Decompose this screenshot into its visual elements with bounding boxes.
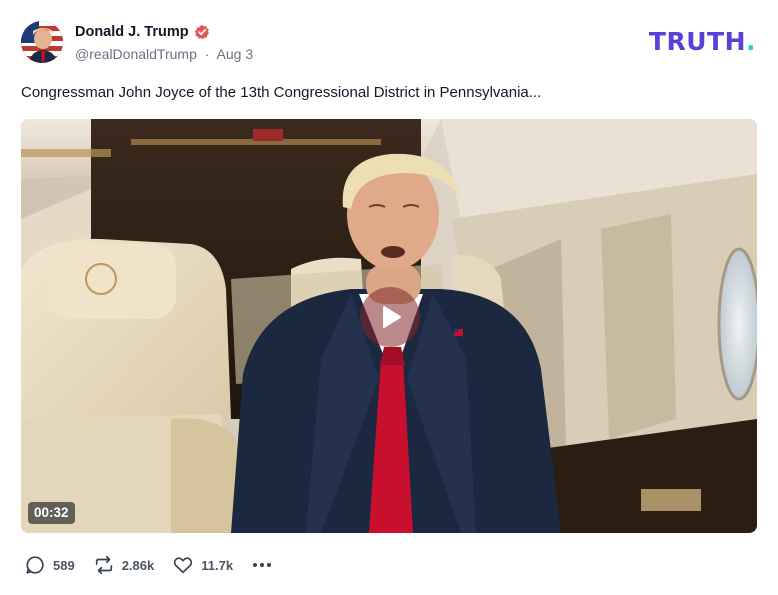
avatar-image — [21, 21, 63, 63]
play-button[interactable] — [360, 287, 420, 347]
author-avatar[interactable] — [21, 21, 63, 63]
heart-icon — [174, 557, 193, 574]
post-text: Congressman John Joyce of the 13th Congr… — [21, 84, 542, 101]
author-handle[interactable]: @realDonaldTrump — [75, 46, 197, 62]
verified-badge-icon — [194, 24, 210, 40]
more-dots-icon — [253, 563, 272, 567]
author-display-name[interactable]: Donald J. Trump — [75, 24, 189, 40]
action-bar: 589 2.86k 11.7k — [24, 554, 273, 576]
like-button[interactable]: 11.7k — [172, 554, 233, 576]
logo-text: TRUTH — [648, 27, 746, 56]
truth-social-logo[interactable]: TRUTH. — [649, 28, 756, 56]
author-info: Donald J. Trump @realDonaldTrump · Aug 3 — [75, 22, 253, 64]
video-duration: 00:32 — [28, 502, 75, 524]
logo-dot: . — [746, 27, 756, 56]
post-date[interactable]: Aug 3 — [217, 46, 254, 62]
video-player[interactable]: 00:32 — [21, 119, 757, 533]
more-options-button[interactable] — [251, 554, 273, 576]
comment-icon — [26, 556, 44, 574]
meta-separator: · — [204, 46, 210, 62]
retruth-count: 2.86k — [121, 557, 155, 573]
name-row: Donald J. Trump — [75, 22, 253, 42]
like-count: 11.7k — [201, 557, 234, 573]
retruth-button[interactable]: 2.86k — [93, 554, 155, 576]
play-icon — [383, 306, 401, 328]
reply-button[interactable]: 589 — [24, 554, 75, 576]
retruth-icon — [95, 555, 112, 575]
handle-row: @realDonaldTrump · Aug 3 — [75, 46, 253, 64]
reply-count: 589 — [53, 557, 75, 573]
truth-post: Donald J. Trump @realDonaldTrump · Aug 3… — [0, 0, 778, 595]
